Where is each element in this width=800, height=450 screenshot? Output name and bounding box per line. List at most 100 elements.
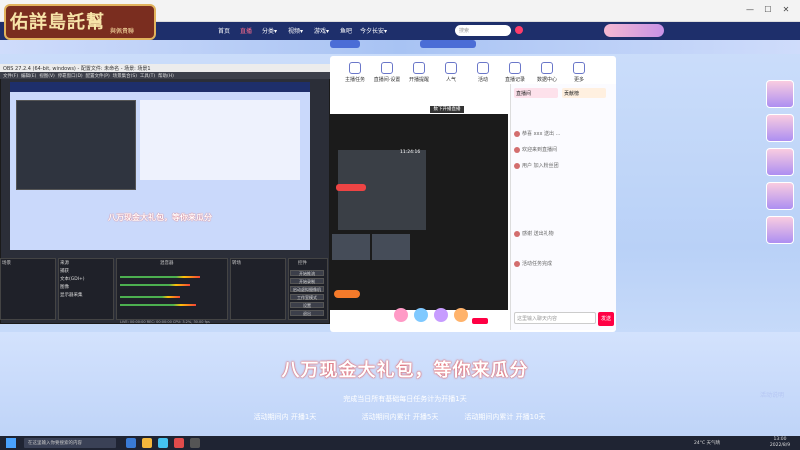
user-badge-icon bbox=[514, 130, 520, 137]
tool-activity[interactable]: 活动 bbox=[466, 62, 500, 83]
obs-menu-item[interactable]: 停靠窗口(D) bbox=[58, 74, 83, 79]
obs-menu-item[interactable]: 场景集合(S) bbox=[113, 74, 137, 79]
banner-strip bbox=[0, 40, 800, 54]
app-icon[interactable] bbox=[174, 438, 184, 448]
obs-panel-title: 转场 bbox=[232, 261, 241, 266]
app-icon[interactable] bbox=[158, 438, 168, 448]
obs-icon[interactable] bbox=[190, 438, 200, 448]
tool-history[interactable]: 直播记录 bbox=[498, 62, 532, 83]
gift-icon[interactable] bbox=[434, 308, 448, 322]
live-status-badge[interactable]: 数下开播直播 bbox=[430, 106, 464, 113]
user-badge-icon bbox=[514, 146, 520, 153]
user-badge-icon bbox=[514, 162, 520, 169]
obs-menu-item[interactable]: 文件(F) bbox=[3, 74, 18, 79]
video-overlay-button[interactable] bbox=[336, 184, 366, 191]
obs-panel-title: 控件 bbox=[298, 261, 307, 266]
weather-widget[interactable]: 24°C 天气晴 bbox=[694, 440, 720, 446]
taskbar bbox=[0, 436, 800, 450]
nav-category[interactable]: 分类▾ bbox=[262, 26, 277, 35]
video-thumbnail[interactable] bbox=[372, 234, 410, 260]
audio-meter bbox=[120, 276, 200, 278]
tool-popularity[interactable]: 人气 bbox=[434, 62, 468, 83]
obs-nested-window bbox=[16, 100, 136, 190]
folder-icon[interactable] bbox=[142, 438, 152, 448]
side-ad-banner[interactable] bbox=[766, 80, 794, 108]
side-ad-banner[interactable] bbox=[766, 148, 794, 176]
audio-meter bbox=[120, 296, 180, 298]
send-button[interactable]: 发送 bbox=[598, 312, 614, 326]
start-streaming-button[interactable]: 开始推流 bbox=[290, 270, 324, 276]
video-timestamp: 11:24:16 bbox=[400, 150, 421, 155]
logo-title: 佑詳島託幫 bbox=[10, 12, 105, 33]
banner-button[interactable] bbox=[330, 40, 360, 48]
close-icon[interactable]: ✕ bbox=[780, 4, 792, 16]
obs-menu-item[interactable]: 工具(T) bbox=[140, 74, 155, 79]
avatar[interactable] bbox=[604, 24, 664, 37]
obs-source-item[interactable]: 图像 bbox=[60, 284, 69, 290]
tool-anchor-task[interactable]: 主播任务 bbox=[338, 62, 372, 83]
minimize-icon[interactable]: — bbox=[744, 4, 756, 16]
obs-transitions-panel bbox=[230, 258, 286, 320]
windows-start-icon[interactable] bbox=[6, 438, 16, 448]
edge-icon[interactable] bbox=[126, 438, 136, 448]
nav-home[interactable]: 首页 bbox=[218, 26, 230, 35]
bell-icon bbox=[413, 62, 425, 74]
task-icon bbox=[349, 62, 361, 74]
side-ad-banner[interactable] bbox=[766, 114, 794, 142]
tool-data-center[interactable]: 数据中心 bbox=[530, 62, 564, 83]
obs-source-item[interactable]: 显示器采集 bbox=[60, 292, 83, 298]
gift-icon bbox=[477, 62, 489, 74]
chat-message: 感谢 送出礼物 bbox=[514, 230, 614, 238]
chat-tab-room[interactable]: 直播间 bbox=[514, 88, 558, 98]
taskbar-search-input[interactable]: 在这里输入你要搜索的内容 bbox=[24, 438, 116, 448]
banner-button-2[interactable] bbox=[420, 40, 476, 48]
obs-menu-bar: 文件(F) 编辑(E) 视图(V) 停靠窗口(D) 配置文件(P) 场景集合(S… bbox=[0, 72, 330, 79]
nav-video[interactable]: 视频▾ bbox=[288, 26, 303, 35]
obs-source-item[interactable]: 捕获 bbox=[60, 268, 69, 274]
virtual-camera-button[interactable]: 启动虚拟摄像机 bbox=[290, 286, 324, 292]
side-ad-banner[interactable] bbox=[766, 182, 794, 210]
promo-subtitle: 完成当日所有基础每日任务计为开播1天 bbox=[343, 395, 467, 403]
audio-meter bbox=[120, 284, 190, 286]
promo-title: 八万现金大礼包，等你来瓜分 bbox=[281, 360, 529, 381]
obs-scenes-panel bbox=[0, 258, 56, 320]
search-input[interactable]: 搜索 bbox=[455, 25, 511, 36]
nav-event[interactable]: 今夕长安▾ bbox=[360, 26, 387, 35]
user-badge-icon bbox=[514, 260, 520, 267]
exit-button[interactable]: 退出 bbox=[290, 310, 324, 316]
video-thumbnail[interactable] bbox=[332, 234, 370, 260]
nav-live[interactable]: 直播 bbox=[240, 26, 252, 35]
chat-input[interactable]: 这里输入聊天内容 bbox=[514, 312, 596, 324]
tool-live-reminder[interactable]: 开播提醒 bbox=[402, 62, 436, 83]
logo-subtitle: 與佩貴聯 bbox=[110, 28, 135, 35]
side-ad-banner[interactable] bbox=[766, 216, 794, 244]
obs-source-item[interactable]: 文本(GDI+) bbox=[60, 276, 85, 282]
obs-mixer-panel bbox=[116, 258, 228, 320]
obs-nested-site bbox=[140, 100, 300, 180]
obs-menu-item[interactable]: 帮助(H) bbox=[158, 74, 174, 79]
promo-info-link[interactable]: 活动说明 bbox=[760, 390, 784, 399]
gift-icon[interactable] bbox=[454, 308, 468, 322]
obs-panel-title: 来源 bbox=[60, 261, 69, 266]
chat-tab-rank[interactable]: 贡献榜 bbox=[562, 88, 606, 98]
nav-fishbar[interactable]: 鱼吧 bbox=[340, 26, 352, 35]
settings-icon bbox=[381, 62, 393, 74]
studio-mode-button[interactable]: 工作室模式 bbox=[290, 294, 324, 300]
obs-menu-item[interactable]: 编辑(E) bbox=[21, 74, 36, 79]
obs-menu-item[interactable]: 配置文件(P) bbox=[86, 74, 110, 79]
follow-button[interactable] bbox=[334, 290, 360, 298]
nav-game[interactable]: 游戏▾ bbox=[314, 26, 329, 35]
maximize-icon[interactable]: ☐ bbox=[762, 4, 774, 16]
tool-more[interactable]: 更多 bbox=[562, 62, 596, 83]
tool-room-settings[interactable]: 直播间·设置 bbox=[370, 62, 404, 83]
clock-date: 2022/8/9 bbox=[769, 443, 791, 448]
search-icon[interactable] bbox=[515, 26, 523, 34]
obs-menu-item[interactable]: 视图(V) bbox=[39, 74, 55, 79]
recharge-button[interactable] bbox=[472, 318, 488, 324]
chat-message: 欢迎来到直播间 bbox=[514, 146, 614, 154]
settings-button[interactable]: 设置 bbox=[290, 302, 324, 308]
gift-icon[interactable] bbox=[394, 308, 408, 322]
start-recording-button[interactable]: 开始录制 bbox=[290, 278, 324, 284]
clock[interactable]: 13:00 2022/8/9 bbox=[762, 437, 798, 449]
gift-icon[interactable] bbox=[414, 308, 428, 322]
